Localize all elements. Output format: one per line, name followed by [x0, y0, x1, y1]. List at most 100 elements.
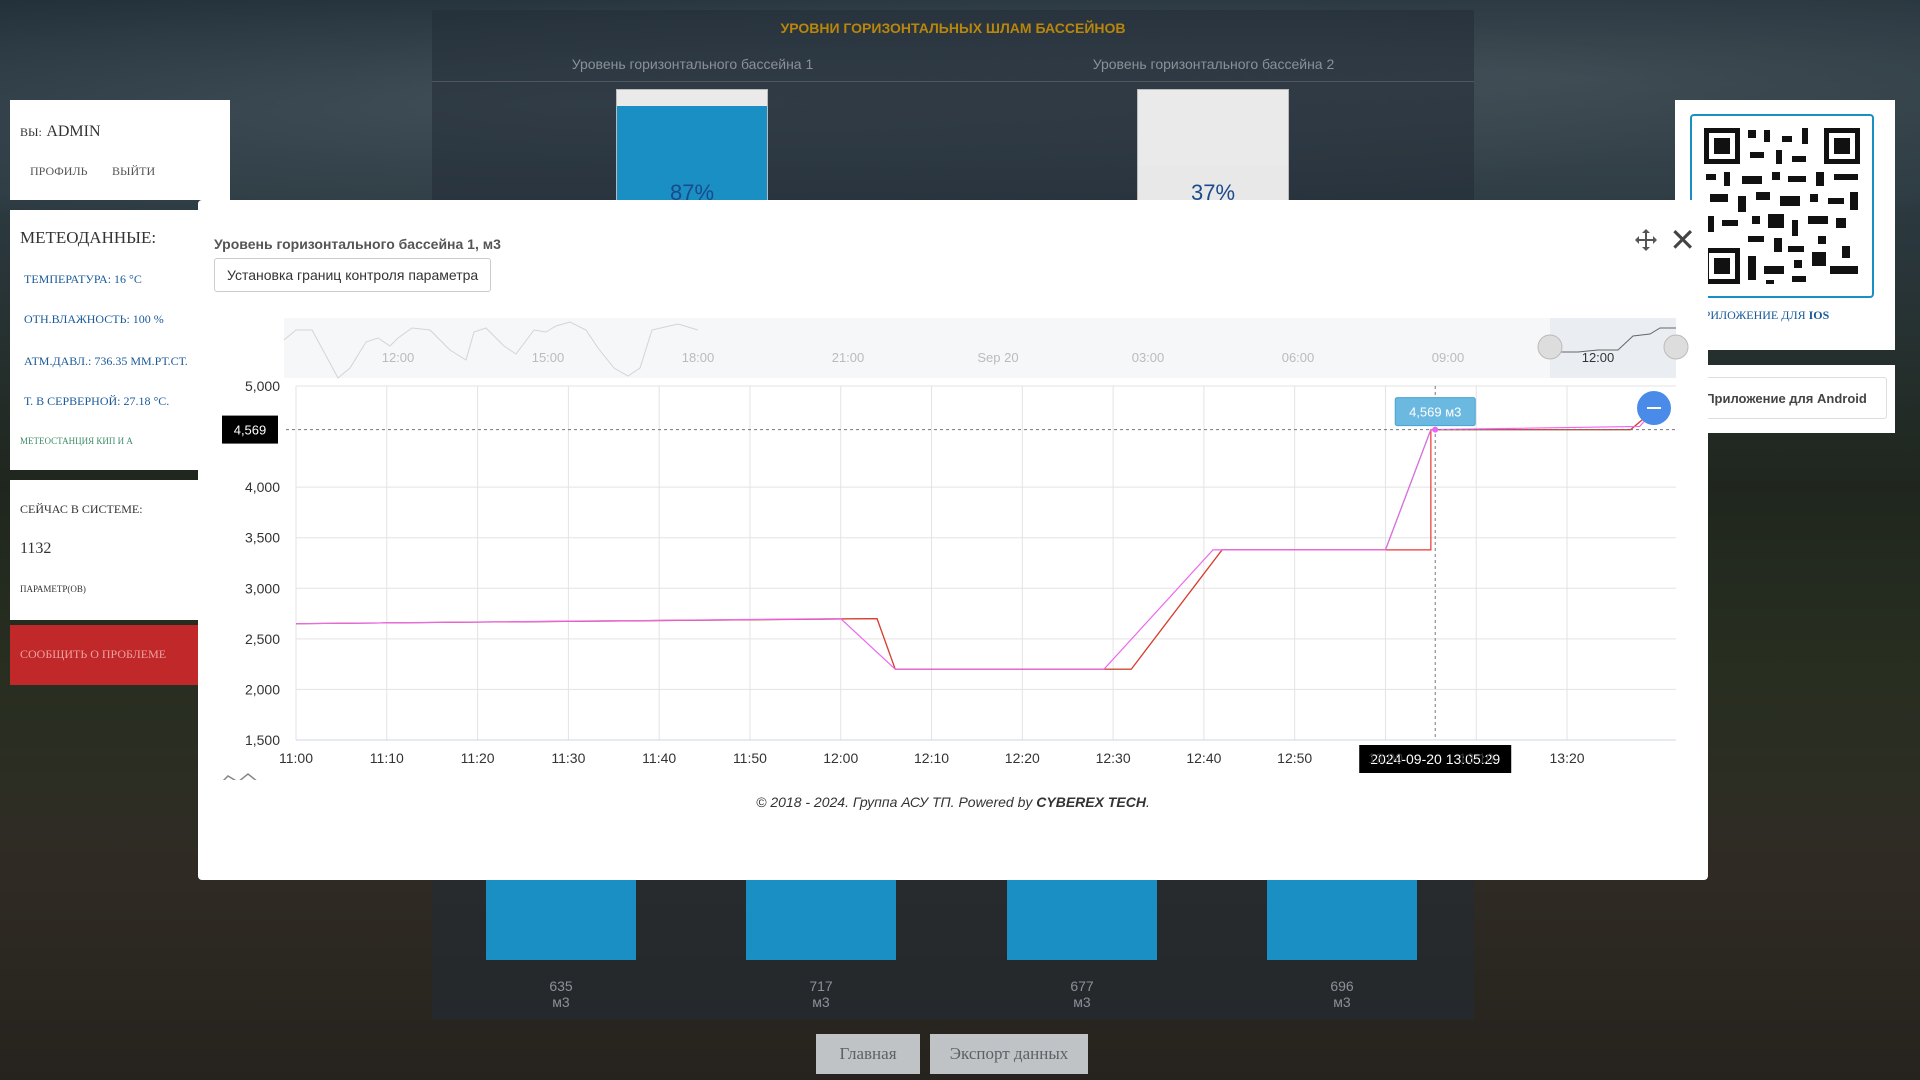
navigator-tick-label: 06:00	[1282, 350, 1315, 365]
system-params: ПАРАМЕТР(ОВ)	[20, 584, 86, 594]
meteo-humidity: ОТН.ВЛАЖНОСТЬ: 100 %	[24, 312, 164, 326]
x-tick-label: 12:10	[914, 750, 949, 766]
bottom-tank-3[interactable]	[1007, 880, 1157, 960]
footer: © 2018 - 2024. Группа АСУ ТП. Powered by…	[198, 794, 1708, 810]
hover-point	[1432, 426, 1439, 433]
y-tick-label: 1,500	[245, 732, 280, 748]
y-tick-label: 4,000	[245, 479, 280, 495]
y-tick-label: 2,500	[245, 631, 280, 647]
x-tick-label: 13:10	[1459, 750, 1494, 766]
x-tick-label: 12:40	[1186, 750, 1221, 766]
pool1-label: Уровень горизонтального бассейна 1	[571, 56, 814, 72]
android-app-button[interactable]: Приложение для Android	[1685, 377, 1887, 419]
navigator-tick-label: 03:00	[1132, 350, 1165, 365]
pool1-tank[interactable]: 87%	[616, 89, 768, 211]
bottom-tank-3-number: 677	[1070, 978, 1094, 994]
user-panel: ВЫ: ADMIN ПРОФИЛЬ ВЫЙТИ	[10, 100, 230, 200]
pool2-label: Уровень горизонтального бассейна 2	[1092, 56, 1335, 72]
android-app-label: Приложение для Android	[1705, 390, 1867, 406]
pool2-tank[interactable]: 37%	[1137, 89, 1289, 211]
bottom-tank-4[interactable]	[1267, 880, 1417, 960]
x-tick-label: 11:20	[461, 750, 495, 766]
navigator-background	[284, 318, 1676, 378]
x-tick-label: 12:20	[1005, 750, 1040, 766]
android-panel: Приложение для Android	[1675, 365, 1895, 433]
crosshair-y-label: 4,569	[234, 423, 267, 438]
series-line-2	[295, 413, 1650, 670]
y-tick-label: 2,000	[245, 681, 280, 697]
navigator-selection	[1550, 318, 1676, 378]
bottom-tank-3-value: 677 м3	[1007, 978, 1157, 1010]
ios-label-bold: IOS	[1808, 308, 1830, 322]
bottom-tank-1[interactable]	[486, 880, 636, 960]
x-tick-label: 11:10	[370, 750, 404, 766]
chart-modal: Уровень горизонтального бассейна 1, м3 У…	[198, 200, 1708, 880]
footer-brand: CYBEREX TECH	[1036, 794, 1146, 810]
series-line-1	[295, 413, 1650, 670]
y-tick-label: 3,500	[245, 530, 280, 546]
x-tick-label: 13:20	[1550, 750, 1585, 766]
x-tick-label: 11:30	[551, 750, 585, 766]
bottom-tank-3-unit: м3	[1073, 994, 1091, 1010]
divider	[432, 81, 1474, 82]
navigator-tick-label: 18:00	[682, 350, 715, 365]
qr-code[interactable]	[1690, 114, 1874, 298]
user-line: ВЫ: ADMIN	[20, 120, 101, 141]
home-button[interactable]: Главная	[816, 1034, 920, 1074]
export-button[interactable]: Экспорт данных	[930, 1034, 1088, 1074]
navigator[interactable]	[283, 318, 1689, 379]
meteo-server-temp: Т. В СЕРВЕРНОЙ: 27.18 °C.	[24, 394, 170, 408]
navigator-tick-label: 15:00	[532, 350, 565, 365]
y-tick-label: 5,000	[245, 378, 280, 394]
bottom-tank-4-unit: м3	[1333, 994, 1351, 1010]
navigator-tick-label: 12:00	[382, 350, 415, 365]
bottom-tank-2-number: 717	[809, 978, 833, 994]
meteo-station[interactable]: МЕТЕОСТАНЦИЯ КИП И А	[20, 436, 133, 446]
system-count: 1132	[20, 540, 52, 557]
x-tick-label: 11:00	[279, 750, 313, 766]
x-tick-label: 11:50	[733, 750, 767, 766]
bottom-tank-1-unit: м3	[552, 994, 570, 1010]
report-problem-label: СООБЩИТЬ О ПРОБЛЕМЕ	[20, 647, 167, 661]
bottom-tank-4-number: 696	[1330, 978, 1354, 994]
meteo-temperature: ТЕМПЕРАТУРА: 16 °C	[24, 272, 142, 286]
bottom-tank-2-value: 717 м3	[746, 978, 896, 1010]
system-panel: СЕЙЧАС В СИСТЕМЕ: 1132 ПАРАМЕТР(ОВ)	[10, 480, 230, 620]
y-tick-label: 3,000	[245, 580, 280, 596]
navigator-tick-label: 12:00	[1582, 350, 1615, 365]
navigator-tick-label: 09:00	[1432, 350, 1465, 365]
navigator-handle-left	[1537, 334, 1563, 360]
tooltip-label: 4,569 м3	[1409, 405, 1461, 420]
chart-mode-icon	[222, 773, 257, 780]
report-problem-button[interactable]: СООБЩИТЬ О ПРОБЛЕМЕ	[10, 625, 230, 685]
qr-code-image	[1702, 126, 1862, 286]
ios-label-prefix: ПРИЛОЖЕНИЕ ДЛЯ	[1695, 308, 1809, 322]
bottom-tank-4-value: 696 м3	[1267, 978, 1417, 1010]
pools-title: УРОВНИ ГОРИЗОНТАЛЬНЫХ ШЛАМ БАССЕЙНОВ	[780, 20, 1126, 36]
navigator-tick-label: 21:00	[832, 350, 865, 365]
x-tick-label: 12:30	[1096, 750, 1131, 766]
bottom-tank-1-value: 635 м3	[486, 978, 636, 1010]
x-tick-label: 13:00	[1368, 750, 1403, 766]
system-title: СЕЙЧАС В СИСТЕМЕ:	[20, 502, 143, 516]
footer-text: © 2018 - 2024. Группа АСУ ТП. Powered by	[756, 794, 1037, 810]
meteo-title: МЕТЕОДАННЫЕ:	[20, 228, 157, 247]
bottom-tank-2[interactable]	[746, 880, 896, 960]
x-tick-label: 12:50	[1277, 750, 1312, 766]
x-tick-label: 11:40	[642, 750, 676, 766]
profile-link[interactable]: ПРОФИЛЬ	[30, 164, 87, 179]
logout-link[interactable]: ВЫЙТИ	[112, 164, 155, 179]
ios-panel: ПРИЛОЖЕНИЕ ДЛЯ IOS	[1675, 100, 1895, 350]
bottom-tank-1-number: 635	[549, 978, 573, 994]
chart-crosshair: 4,5692024-09-20 13:05:294,569 м3	[222, 386, 1676, 780]
meteo-panel: МЕТЕОДАННЫЕ: ТЕМПЕРАТУРА: 16 °C ОТН.ВЛАЖ…	[10, 210, 230, 470]
user-name: ADMIN	[46, 123, 101, 140]
navigator-handle-right	[1663, 334, 1689, 360]
chart-grid	[295, 385, 1676, 741]
ios-app-label[interactable]: ПРИЛОЖЕНИЕ ДЛЯ IOS	[1695, 308, 1829, 323]
you-label: ВЫ:	[20, 125, 42, 139]
chart[interactable]: 4,5692024-09-20 13:05:294,569 м3 1,500 2,…	[198, 200, 1708, 780]
navigator-tick-label: Sep 20	[977, 350, 1018, 365]
x-tick-label: 12:00	[823, 750, 858, 766]
meteo-pressure: АТМ.ДАВЛ.: 736.35 ММ.РТ.СТ.	[24, 354, 188, 368]
